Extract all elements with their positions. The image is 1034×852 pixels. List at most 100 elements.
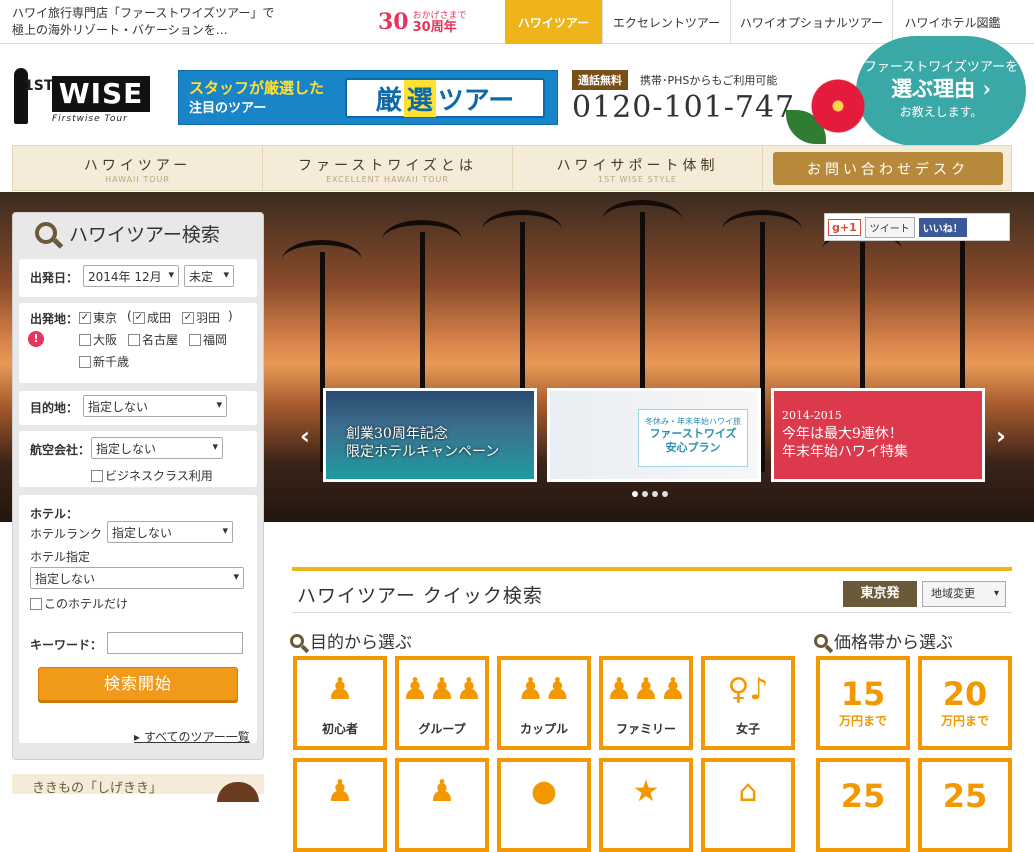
tab-excellent-tour[interactable]: エクセレントツアー <box>602 0 730 44</box>
origin-haneda-checkbox[interactable]: ✓ 羽田 <box>182 309 220 326</box>
business-class-checkbox[interactable]: ビジネスクラス利用 <box>91 467 213 484</box>
ball-icon: ● <box>530 774 558 809</box>
mainnav-support[interactable]: ハワイサポート体制 1ST WISE STYLE <box>513 146 763 190</box>
price-heading: 価格帯から選ぶ <box>814 628 953 653</box>
promo-banner[interactable]: ききもの「しげきき」 <box>12 774 264 802</box>
anniversary-number: 30 <box>378 9 409 35</box>
contact-desk-button[interactable]: お問い合わせデスク <box>773 152 1003 185</box>
promo-image <box>217 782 259 802</box>
this-hotel-only-checkbox[interactable]: このホテルだけ <box>30 595 128 612</box>
anniversary-text: おかげさまで 30周年 <box>412 11 467 35</box>
tab-optional-tour[interactable]: ハワイオプショナルツアー <box>730 0 892 44</box>
phone-desc: 携帯･PHSからもご利用可能 <box>640 74 778 87</box>
purpose-tile-row2-3[interactable]: ● <box>497 758 591 852</box>
mainnav-about[interactable]: ファーストワイズとは EXCELLENT HAWAII TOUR <box>263 146 513 190</box>
price-15-tile[interactable]: 15 万円まで <box>816 656 910 750</box>
featured-tour-banner[interactable]: スタッフが厳選した 注目のツアー 厳選ツアー <box>178 70 558 125</box>
purpose-tile-row2-5[interactable]: ⌂ <box>701 758 795 852</box>
airline-select[interactable]: 指定しない <box>91 437 223 459</box>
region-badge: 東京発 <box>843 581 917 607</box>
slide-new-year[interactable]: 2014-2015 今年は最大9連休！ 年末年始ハワイ特集 <box>771 388 985 482</box>
toll-free-badge: 通話無料 <box>572 70 628 90</box>
hotel-rank-label: ホテルランク <box>30 527 103 541</box>
beginner-icon: ♟ <box>326 672 354 707</box>
search-title: ハワイツアー検索 <box>13 213 263 257</box>
origin-fukuoka-checkbox[interactable]: 福岡 <box>189 331 227 348</box>
slide-anshin-plan[interactable]: 冬休み・年末年始ハワイ旅 ファーストワイズ 安心プラン <box>547 388 761 482</box>
hotel-spec-select[interactable]: 指定しない <box>30 567 244 589</box>
purpose-tile-row2-4[interactable]: ★ <box>599 758 693 852</box>
purpose-girls-tile[interactable]: ♀♪ 女子 <box>701 656 795 750</box>
purpose-couple-tile[interactable]: ♟♟ カップル <box>497 656 591 750</box>
depart-date-label: 出発日： <box>30 271 79 285</box>
logo-figure-icon <box>14 68 28 124</box>
price-20-tile[interactable]: 20 万円まで <box>918 656 1012 750</box>
carousel-dots[interactable] <box>632 491 668 497</box>
banner-text: スタッフが厳選した 注目のツアー <box>189 79 325 116</box>
origin-label: 出発地： <box>30 312 79 326</box>
site-logo[interactable]: 1ST WISE Firstwise Tour <box>14 68 154 128</box>
anniversary-badge: 30 おかげさまで 30周年 <box>378 7 488 37</box>
person-icon: ♟ <box>326 774 354 809</box>
house-icon: ⌂ <box>738 774 758 809</box>
logo-subtitle: Firstwise Tour <box>52 114 128 124</box>
quick-search-header: ハワイツアー クイック検索 東京発 地域変更 <box>292 567 1012 613</box>
purpose-beginner-tile[interactable]: ♟ 初心者 <box>293 656 387 750</box>
search-icon <box>35 222 57 244</box>
mainnav-hawaii-tour[interactable]: ハワイツアー HAWAII TOUR <box>13 146 263 190</box>
destination-select[interactable]: 指定しない <box>83 395 227 417</box>
origin-narita-checkbox[interactable]: ✓ 成田 <box>133 309 171 326</box>
carousel-next-icon[interactable]: › <box>996 422 1006 450</box>
quick-search-title: ハワイツアー クイック検索 <box>297 585 543 607</box>
carousel-prev-icon[interactable]: ‹ <box>300 422 310 450</box>
origin-shinchitose-checkbox[interactable]: 新千歳 <box>79 353 129 370</box>
banner-title-box: 厳選ツアー <box>345 78 545 118</box>
depart-day-select[interactable]: 未定 <box>184 265 234 287</box>
hotel-spec-label: ホテル指定 <box>30 550 91 564</box>
site-tagline: ハワイ旅行専門店「ファーストワイズツアー」で 極上の海外リゾート・バケーションを… <box>12 5 302 39</box>
origin-osaka-checkbox[interactable]: 大阪 <box>79 331 117 348</box>
main-nav: ハワイツアー HAWAII TOUR ファーストワイズとは EXCELLENT … <box>12 145 1012 191</box>
purpose-tile-row2-2[interactable]: ♟ <box>395 758 489 852</box>
purpose-tile-row2-1[interactable]: ♟ <box>293 758 387 852</box>
hibiscus-icon <box>806 74 870 138</box>
hotel-rank-select[interactable]: 指定しない <box>107 521 233 543</box>
facebook-like-button[interactable]: いいね！ <box>918 217 967 237</box>
airline-label: 航空会社： <box>30 443 91 457</box>
keyword-label: キーワード： <box>30 638 103 652</box>
destination-label: 目的地： <box>30 401 79 415</box>
all-tours-link[interactable]: ▸ すべてのツアー一覧 <box>134 728 250 745</box>
logo-wise: WISE <box>52 76 150 112</box>
slide-30th-anniversary[interactable]: 創業30周年記念 限定ホテルキャンペーン <box>323 388 537 482</box>
couple-icon: ♟♟ <box>517 672 571 707</box>
tab-hawaii-tour[interactable]: ハワイツアー <box>505 0 602 44</box>
hotel-label: ホテル： <box>30 507 79 521</box>
depart-month-select[interactable]: 2014年 12月 <box>83 265 179 287</box>
tagline-line1: ハワイ旅行専門店「ファーストワイズツアー」で <box>12 6 275 20</box>
girl-icon: ♀♪ <box>727 672 769 707</box>
phone-contact: 通話無料 携帯･PHSからもご利用可能 0120-101-747 <box>572 70 802 126</box>
search-icon <box>814 633 828 648</box>
origin-nagoya-checkbox[interactable]: 名古屋 <box>128 331 178 348</box>
search-icon <box>290 633 304 648</box>
origin-tokyo-checkbox[interactable]: ✓ 東京 <box>79 309 117 326</box>
social-buttons: g+1 ツイート いいね！ <box>824 213 1010 241</box>
purpose-group-tile[interactable]: ♟♟♟ グループ <box>395 656 489 750</box>
keyword-input[interactable] <box>107 632 243 654</box>
gplus-button[interactable]: g+1 <box>828 218 861 236</box>
bracket-open: ( <box>127 309 132 323</box>
logo-st: 1ST <box>24 78 54 94</box>
phone-number[interactable]: 0120-101-747 <box>572 90 795 125</box>
purpose-family-tile[interactable]: ♟♟♟ ファミリー <box>599 656 693 750</box>
why-choose-us-link[interactable]: ファーストワイズツアーを 選ぶ理由 › お教えします。 <box>856 36 1026 146</box>
price-tile-row2-2[interactable]: 25 <box>918 758 1012 852</box>
family-icon: ♟♟♟ <box>605 672 687 707</box>
wedding-icon: ♟ <box>428 774 456 809</box>
stars-icon: ★ <box>632 774 660 809</box>
search-submit-button[interactable]: 検索開始 <box>38 667 238 701</box>
purpose-heading: 目的から選ぶ <box>290 628 412 653</box>
region-change-select[interactable]: 地域変更 <box>922 581 1006 607</box>
tweet-button[interactable]: ツイート <box>864 216 915 238</box>
price-tile-row2-1[interactable]: 25 <box>816 758 910 852</box>
group-icon: ♟♟♟ <box>401 672 483 707</box>
